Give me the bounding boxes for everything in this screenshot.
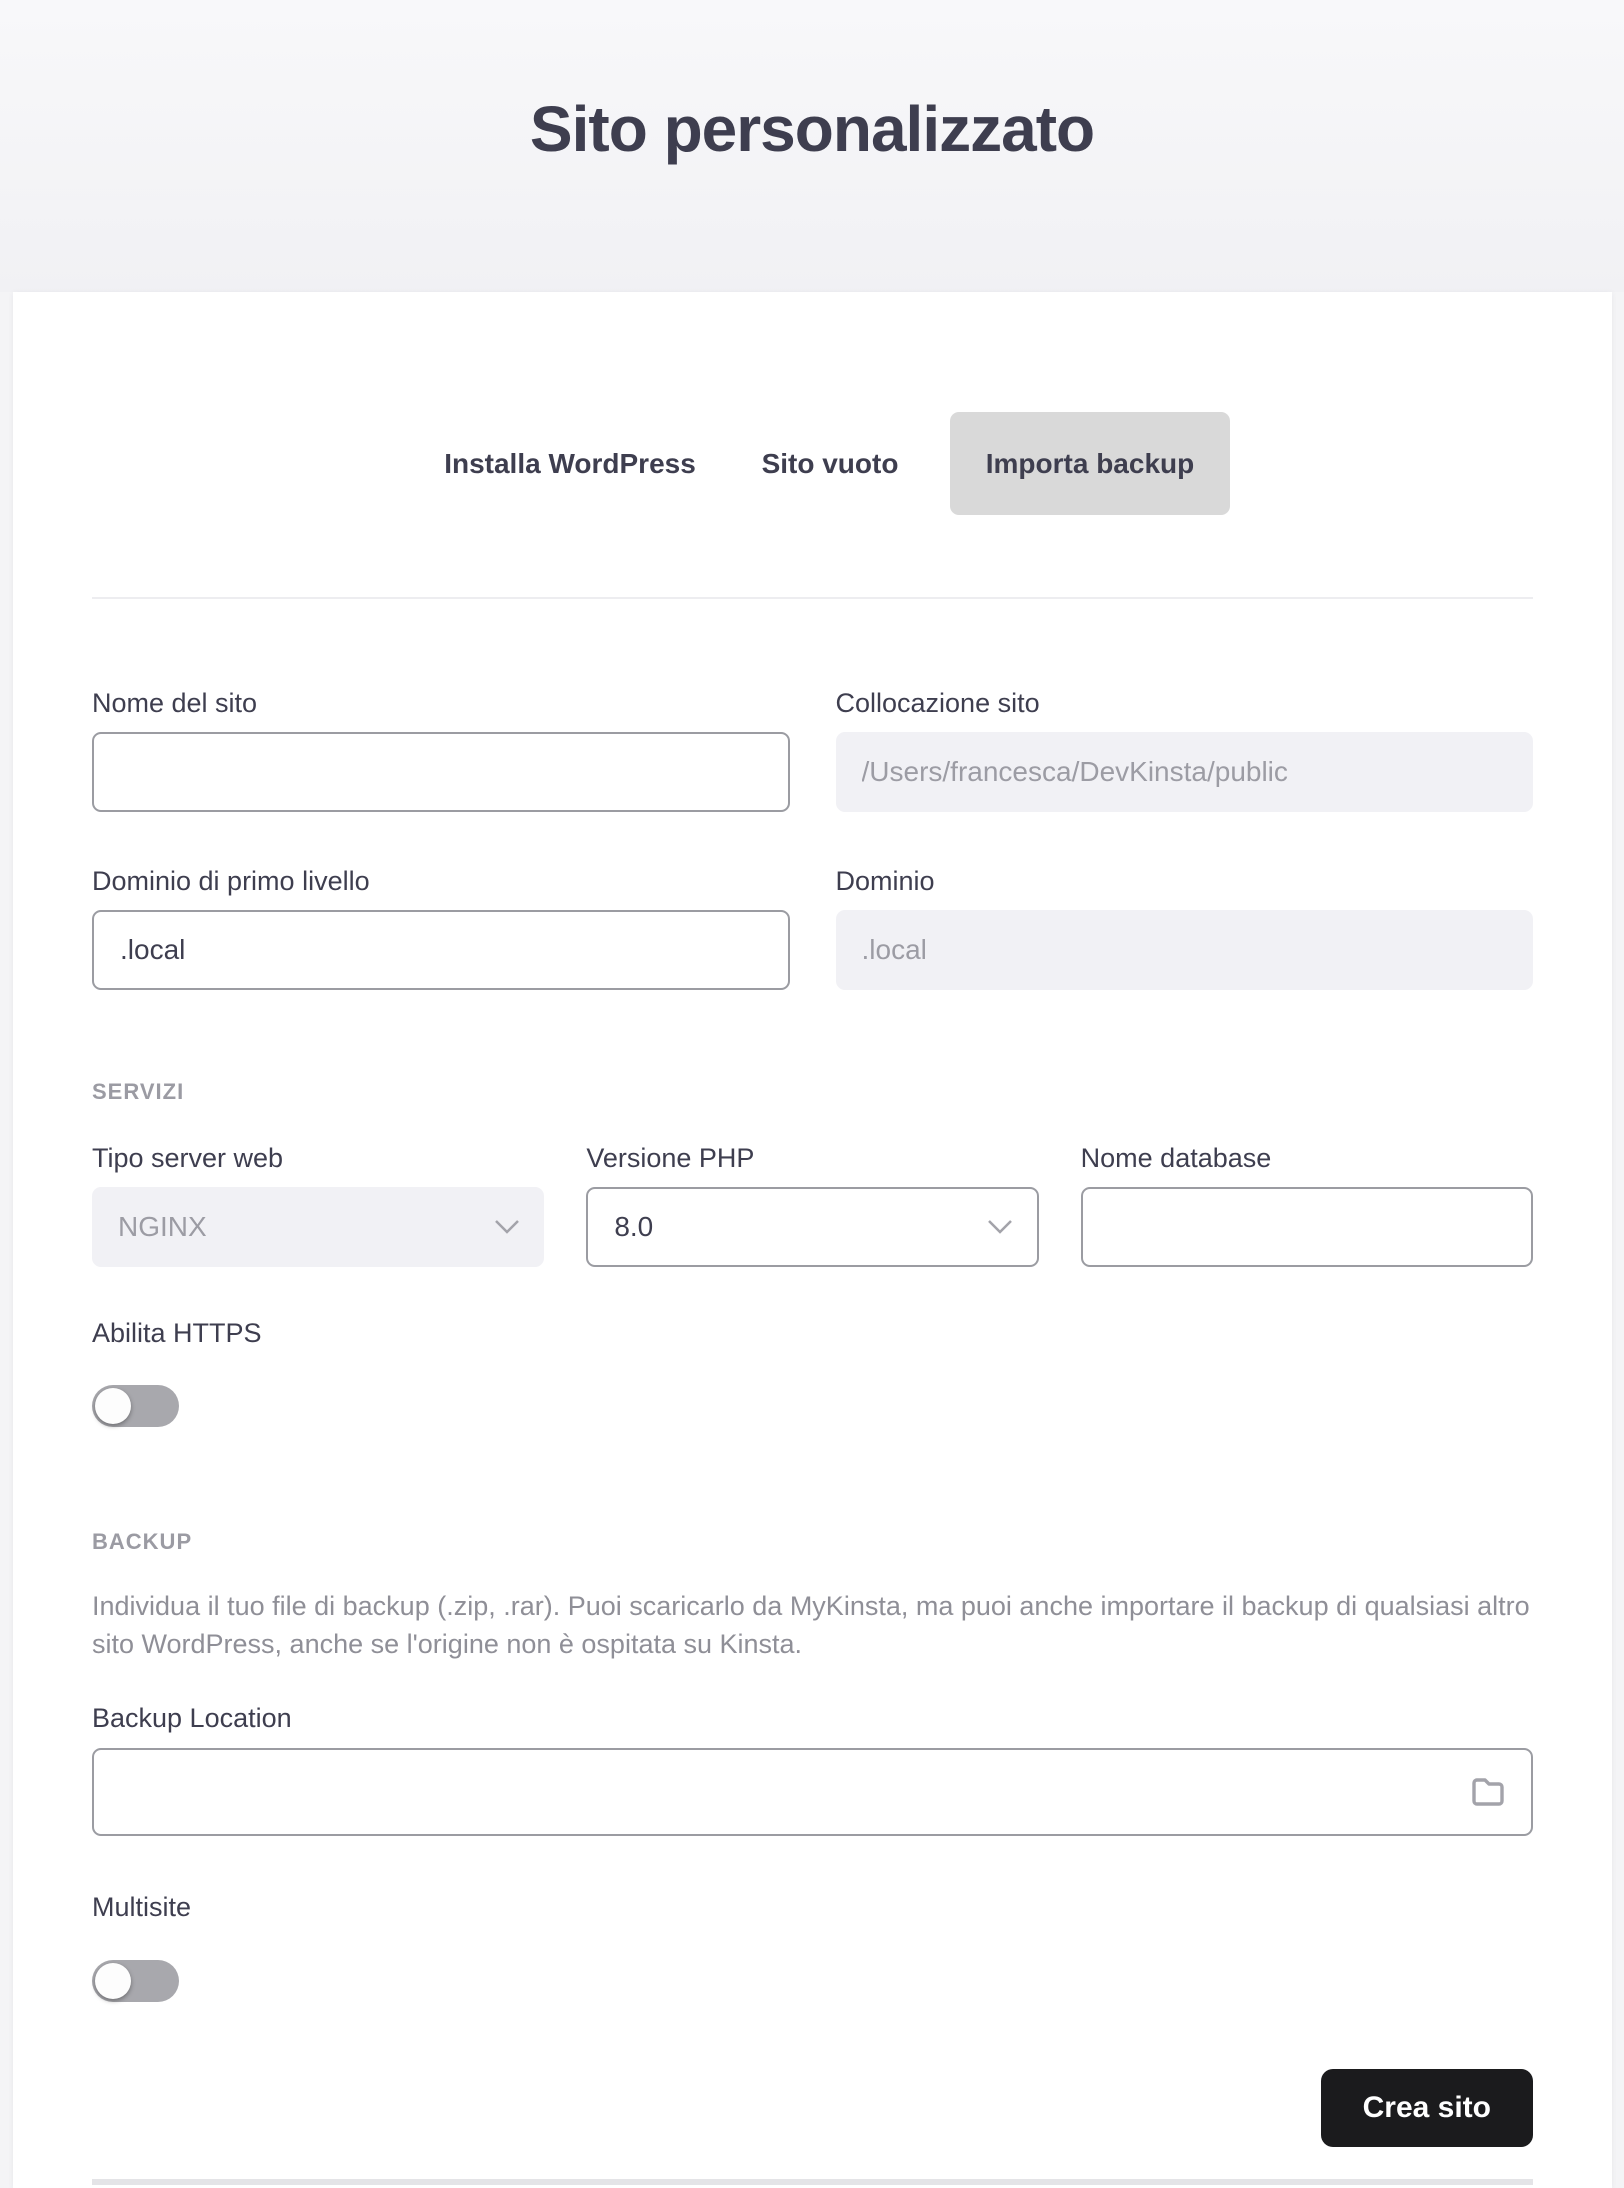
site-form-card: Installa WordPress Sito vuoto Importa ba… bbox=[13, 292, 1612, 2188]
https-toggle[interactable] bbox=[92, 1385, 179, 1427]
chevron-down-icon bbox=[495, 1220, 520, 1234]
site-name-field: Nome del sito bbox=[92, 690, 790, 812]
php-version-field: Versione PHP 8.0 bbox=[586, 1143, 1039, 1267]
multisite-toggle-knob bbox=[95, 1963, 131, 1999]
site-name-input[interactable] bbox=[92, 732, 790, 812]
page-header: Sito personalizzato bbox=[0, 0, 1624, 292]
site-location-input bbox=[835, 732, 1533, 812]
tabs-divider bbox=[92, 597, 1533, 599]
chevron-down-icon bbox=[987, 1220, 1012, 1234]
web-server-label: Tipo server web bbox=[92, 1143, 284, 1173]
backup-description: Individua il tuo file di backup (.zip, .… bbox=[92, 1591, 1530, 1659]
domain-field: Dominio bbox=[835, 866, 1533, 990]
tab-installa-wordpress[interactable]: Installa WordPress bbox=[430, 412, 710, 515]
create-site-button[interactable]: Crea sito bbox=[1320, 2069, 1533, 2147]
actions-row: Crea sito bbox=[92, 2069, 1533, 2147]
page-title: Sito personalizzato bbox=[529, 93, 1095, 165]
multisite-toggle[interactable] bbox=[92, 1960, 179, 2002]
domain-label: Dominio bbox=[835, 866, 935, 896]
services-row: Tipo server web NGINX Versione PHP 8.0 N… bbox=[92, 1145, 1533, 1267]
site-location-label: Collocazione sito bbox=[835, 688, 1040, 718]
database-name-field: Nome database bbox=[1080, 1143, 1533, 1267]
multisite-label: Multisite bbox=[92, 1892, 192, 1922]
domain-row: Dominio di primo livello Dominio bbox=[92, 868, 1533, 990]
site-type-tabs: Installa WordPress Sito vuoto Importa ba… bbox=[430, 412, 1230, 515]
backup-location-label: Backup Location bbox=[92, 1703, 292, 1733]
https-toggle-knob bbox=[95, 1388, 131, 1424]
servizi-section-label: SERVIZI bbox=[92, 1079, 185, 1104]
database-name-input[interactable] bbox=[1080, 1187, 1533, 1267]
domain-input bbox=[835, 910, 1533, 990]
web-server-select: NGINX bbox=[92, 1187, 545, 1267]
web-server-field: Tipo server web NGINX bbox=[92, 1143, 545, 1267]
bottom-strip bbox=[92, 2179, 1533, 2185]
name-location-row: Nome del sito Collocazione sito bbox=[92, 690, 1533, 812]
site-location-field: Collocazione sito bbox=[835, 688, 1533, 812]
php-version-select[interactable]: 8.0 bbox=[586, 1187, 1039, 1267]
tld-label: Dominio di primo livello bbox=[92, 866, 370, 896]
php-version-label: Versione PHP bbox=[586, 1143, 755, 1173]
backup-location-field bbox=[92, 1748, 1533, 1836]
https-label: Abilita HTTPS bbox=[92, 1318, 262, 1348]
tab-sito-vuoto[interactable]: Sito vuoto bbox=[710, 412, 950, 515]
site-name-label: Nome del sito bbox=[92, 688, 258, 718]
php-version-value: 8.0 bbox=[614, 1211, 654, 1242]
folder-icon[interactable] bbox=[1471, 1777, 1505, 1807]
database-name-label: Nome database bbox=[1080, 1143, 1272, 1173]
backup-location-input[interactable] bbox=[92, 1748, 1533, 1836]
backup-section-label: BACKUP bbox=[92, 1529, 193, 1554]
tld-field: Dominio di primo livello bbox=[92, 868, 790, 990]
tld-input[interactable] bbox=[92, 910, 790, 990]
tab-importa-backup[interactable]: Importa backup bbox=[950, 412, 1230, 515]
web-server-value: NGINX bbox=[118, 1211, 207, 1242]
